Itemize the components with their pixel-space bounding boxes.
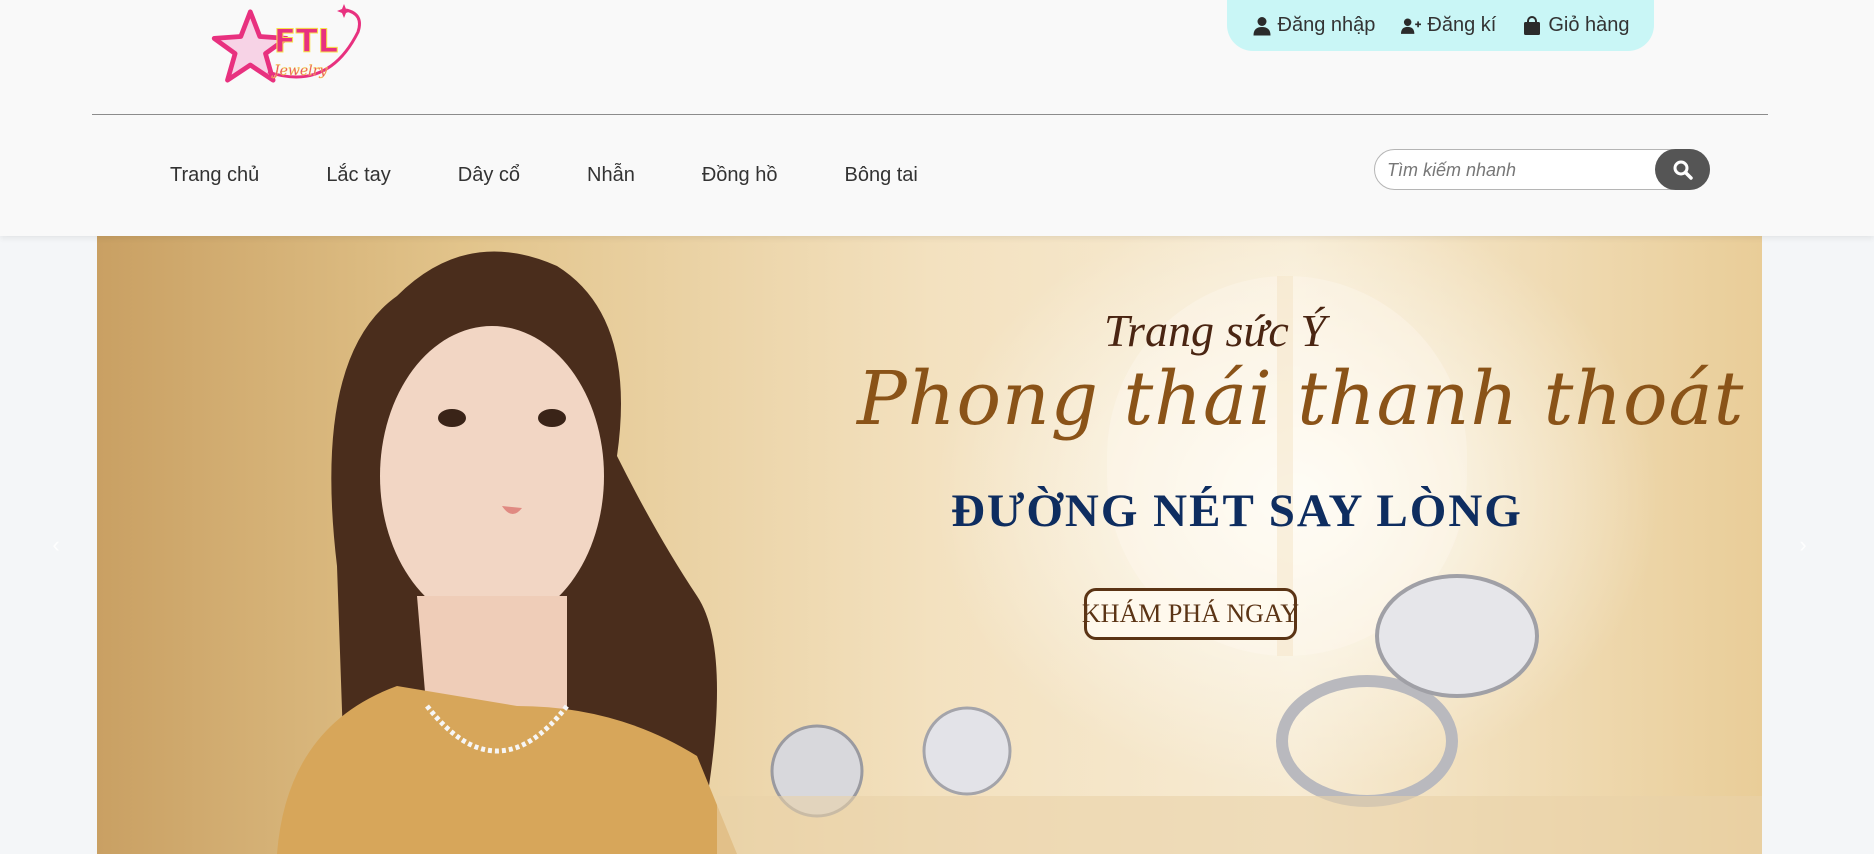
- svg-text:FTL: FTL: [274, 22, 338, 60]
- nav-item-watches[interactable]: Đồng hồ: [702, 164, 778, 187]
- register-label: Đăng kí: [1427, 14, 1497, 36]
- chevron-left-icon: ‹: [52, 532, 60, 557]
- banner-headline: ĐƯỜNG NÉT SAY LÒNG: [951, 485, 1523, 537]
- header-divider: [92, 114, 1768, 115]
- explore-now-button[interactable]: KHÁM PHÁ NGAY: [1082, 588, 1299, 640]
- banner-artwork: [277, 251, 1762, 854]
- search-button[interactable]: [1655, 149, 1710, 190]
- shopping-bag-icon: [1524, 15, 1541, 35]
- chevron-right-icon: ›: [1799, 532, 1807, 557]
- banner-kicker: Trang sức Ý: [1104, 305, 1326, 356]
- nav-item-rings[interactable]: Nhẫn: [587, 164, 635, 187]
- hero-banner[interactable]: Trang sức Ý Phong thái thanh thoát ĐƯỜNG…: [97, 236, 1762, 854]
- cart-label: Giỏ hàng: [1548, 14, 1630, 36]
- search-box: [1374, 149, 1710, 190]
- carousel-next-button[interactable]: ›: [1791, 532, 1815, 557]
- svg-text:Jewelry: Jewelry: [271, 63, 328, 79]
- site-header: FTL Jewelry Đăng nhập Đăng kí Giỏ hàng T…: [0, 0, 1874, 236]
- user-bar: Đăng nhập Đăng kí Giỏ hàng: [1227, 0, 1654, 51]
- register-link[interactable]: Đăng kí: [1401, 14, 1496, 37]
- login-label: Đăng nhập: [1277, 14, 1376, 36]
- user-plus-icon: [1401, 18, 1422, 34]
- nav-item-earrings[interactable]: Bông tai: [844, 164, 917, 187]
- nav-item-home[interactable]: Trang chủ: [170, 164, 259, 187]
- nav-item-necklaces[interactable]: Dây cổ: [458, 164, 520, 187]
- carousel-prev-button[interactable]: ‹: [44, 532, 68, 557]
- user-icon: [1253, 16, 1270, 35]
- search-input[interactable]: [1385, 152, 1649, 189]
- ftl-jewelry-logo[interactable]: FTL Jewelry: [208, 2, 370, 94]
- login-link[interactable]: Đăng nhập: [1252, 14, 1376, 37]
- banner-script-title: Phong thái thanh thoát: [857, 356, 1745, 442]
- main-nav: Trang chủ Lắc tay Dây cổ Nhẫn Đồng hồ Bô…: [170, 160, 985, 190]
- cart-link[interactable]: Giỏ hàng: [1522, 14, 1629, 37]
- nav-item-bracelets[interactable]: Lắc tay: [326, 164, 390, 187]
- search-icon: [1673, 160, 1693, 180]
